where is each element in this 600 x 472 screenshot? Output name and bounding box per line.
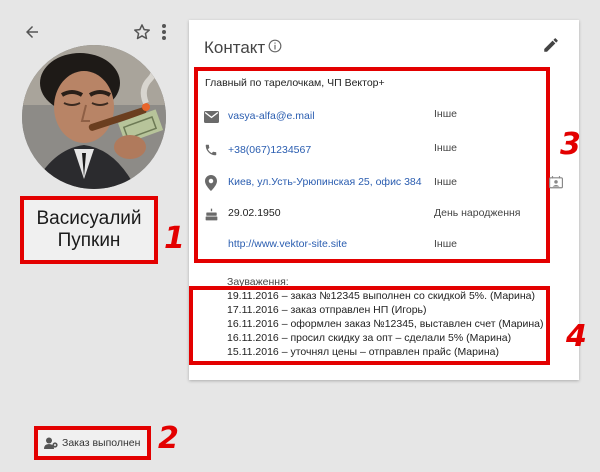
company-text: Главный по тарелочкам, ЧП Вектор+ [205,77,385,89]
contact-name-box: Васисуалий Пупкин [20,196,158,264]
phone-link[interactable]: +38(067)1234567 [228,144,311,156]
annotation-mark-4: 4 [566,319,587,354]
arrow-back-icon [26,26,38,38]
email-link[interactable]: vasya-alfa@e.mail [228,110,315,122]
more-menu-button[interactable] [154,18,174,46]
person-settings-icon [44,437,58,449]
website-type: Інше [434,238,457,250]
annotation-mark-3: 3 [560,127,581,162]
note-line: 19.11.2016 – заказ №12345 выполнен со ск… [227,290,536,302]
star-button[interactable] [128,18,156,46]
location-icon [203,175,219,191]
annotation-mark-1: 1 [164,221,185,256]
birthday-value: 29.02.1950 [228,207,281,219]
back-button[interactable] [18,18,46,46]
contact-card-icon[interactable] [549,176,563,194]
star-outline-icon [134,24,150,40]
avatar [22,45,166,189]
website-link[interactable]: http://www.vektor-site.site [228,238,347,250]
birthday-type: День народження [434,207,521,219]
contact-details-box [194,67,550,263]
phone-type: Інше [434,142,457,154]
annotation-mark-2: 2 [158,421,179,456]
note-line: 15.11.2016 – уточнял цены – отправлен пр… [227,346,499,358]
note-line: 16.11.2016 – оформлен заказ №12345, выст… [227,318,544,330]
info-icon[interactable] [268,39,282,58]
email-icon [203,109,219,125]
phone-icon [203,142,219,158]
status-chip[interactable]: Заказ выполнен [34,426,151,460]
note-line: 17.11.2016 – заказ отправлен НП (Игорь) [227,304,427,316]
email-type: Інше [434,108,457,120]
status-label: Заказ выполнен [62,437,141,449]
contact-first-name: Васисуалий [36,208,142,229]
address-type: Інше [434,176,457,188]
cake-icon [203,206,219,222]
address-link[interactable]: Киев, ул.Усть-Урюпинская 25, офис 384 [228,176,422,188]
contact-last-name: Пупкин [57,230,121,251]
pencil-icon [544,38,558,52]
edit-button[interactable] [542,36,560,59]
more-vert-icon [162,24,166,40]
card-title: Контакт [204,38,266,57]
note-line: 16.11.2016 – просил скидку за опт – сдел… [227,332,512,344]
